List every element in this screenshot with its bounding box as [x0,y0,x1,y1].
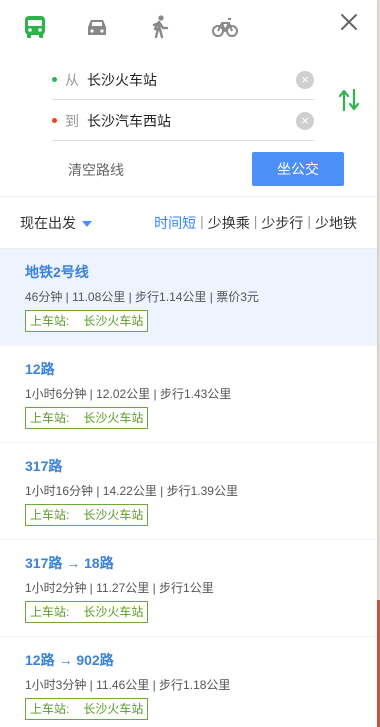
plan-meta: 1小时6分钟 | 12.02公里 | 步行1.43公里 [25,387,232,401]
transit-plan-item[interactable]: 地铁2号线 46分钟 | 11.08公里 | 步行1.14公里 | 票价3元 上… [0,249,377,346]
boarding-station-badge: 上车站: 长沙火车站 [25,310,149,332]
boarding-station-badge: 上车站: 长沙火车站 [25,504,149,526]
separator: | [200,212,204,229]
plan-title: 317路 [25,458,63,474]
sort-least-walking[interactable]: 少步行 [259,213,305,233]
plan-title: 317路 → 18路 [25,555,114,571]
boarding-station-name: 长沙火车站 [83,411,144,425]
clear-origin-button[interactable]: × [296,70,314,89]
boarding-station-badge: 上车站: 长沙火车站 [25,601,149,623]
boarding-station-label: 上车站: [30,314,70,328]
clear-destination-button[interactable]: × [296,111,314,130]
swap-icon [338,88,360,112]
clear-route-link[interactable]: 清空路线 [68,160,124,180]
swap-route-button[interactable] [337,86,361,114]
walk-mode-tab[interactable] [144,12,174,42]
transit-plan-item[interactable]: 12路 1小时6分钟 | 12.02公里 | 步行1.43公里 上车站: 长沙火车… [0,346,377,443]
search-transit-button[interactable]: 坐公交 [252,152,344,186]
boarding-station-name: 长沙火车站 [83,702,144,716]
origin-field[interactable]: 从 长沙火车站 × [52,60,314,100]
transit-plan-item[interactable]: 317路 1小时16分钟 | 14.22公里 | 步行1.39公里 上车站: 长沙… [0,443,377,540]
departure-time-dropdown[interactable]: 现在出发 [20,213,92,233]
plan-title: 12路 → 902路 [25,652,114,668]
departure-time-label: 现在出发 [20,214,76,231]
origin-input[interactable]: 长沙火车站 [87,70,296,90]
boarding-station-label: 上车站: [30,411,70,425]
plan-title: 地铁2号线 [25,264,89,280]
boarding-station-name: 长沙火车站 [83,605,144,619]
route-search-card: 从 长沙火车站 × 到 长沙汽车西站 × 清空路线 坐公交 [0,0,377,197]
separator: | [307,212,311,229]
bike-icon [212,18,238,37]
car-mode-tab[interactable] [82,12,112,42]
destination-dot [52,118,57,123]
sort-filter-bar: 现在出发 时间短 | 少换乘 | 少步行 | 少地铁 [0,197,377,249]
plan-meta: 1小时16分钟 | 14.22公里 | 步行1.39公里 [25,484,238,498]
close-button[interactable] [337,10,361,34]
boarding-station-name: 长沙火车站 [83,508,144,522]
origin-dot [52,77,57,82]
sort-fewest-transfers[interactable]: 少换乘 [206,213,252,233]
boarding-station-label: 上车站: [30,702,70,716]
boarding-station-name: 长沙火车站 [83,314,144,328]
close-icon [341,14,357,30]
transit-results-list: 地铁2号线 46分钟 | 11.08公里 | 步行1.14公里 | 票价3元 上… [0,249,377,727]
destination-prefix: 到 [65,112,79,129]
plan-meta: 1小时3分钟 | 11.46公里 | 步行1.18公里 [25,678,231,692]
bus-icon [25,16,45,38]
destination-field[interactable]: 到 长沙汽车西站 × [52,101,314,141]
destination-input[interactable]: 长沙汽车西站 [87,111,296,131]
transport-mode-tabs [20,12,340,42]
route-panel: 从 长沙火车站 × 到 长沙汽车西站 × 清空路线 坐公交 现在出发 时间短 |… [0,0,377,727]
origin-prefix: 从 [65,71,79,88]
bike-mode-tab[interactable] [210,12,240,42]
separator: | [253,212,258,229]
boarding-station-badge: 上车站: 长沙火车站 [25,407,149,429]
plan-meta: 46分钟 | 11.08公里 | 步行1.14公里 | 票价3元 [25,290,259,304]
transit-plan-item[interactable]: 317路 → 18路 1小时2分钟 | 11.27公里 | 步行1公里 上车站:… [0,540,377,637]
plan-title: 12路 [25,361,55,377]
sort-shortest-time[interactable]: 时间短 [152,213,198,233]
boarding-station-label: 上车站: [30,605,70,619]
transit-plan-item[interactable]: 12路 → 902路 1小时3分钟 | 11.46公里 | 步行1.18公里 上… [0,637,377,727]
sort-least-subway[interactable]: 少地铁 [313,213,359,233]
plan-meta: 1小时2分钟 | 11.27公里 | 步行1公里 [25,581,214,595]
boarding-station-badge: 上车站: 长沙火车站 [25,698,149,720]
boarding-station-label: 上车站: [30,508,70,522]
car-icon [88,20,106,35]
chevron-down-icon [82,220,92,227]
walk-icon [152,15,169,39]
bus-mode-tab[interactable] [20,12,50,42]
sort-options: 时间短 | 少换乘 | 少步行 | 少地铁 [152,213,359,233]
